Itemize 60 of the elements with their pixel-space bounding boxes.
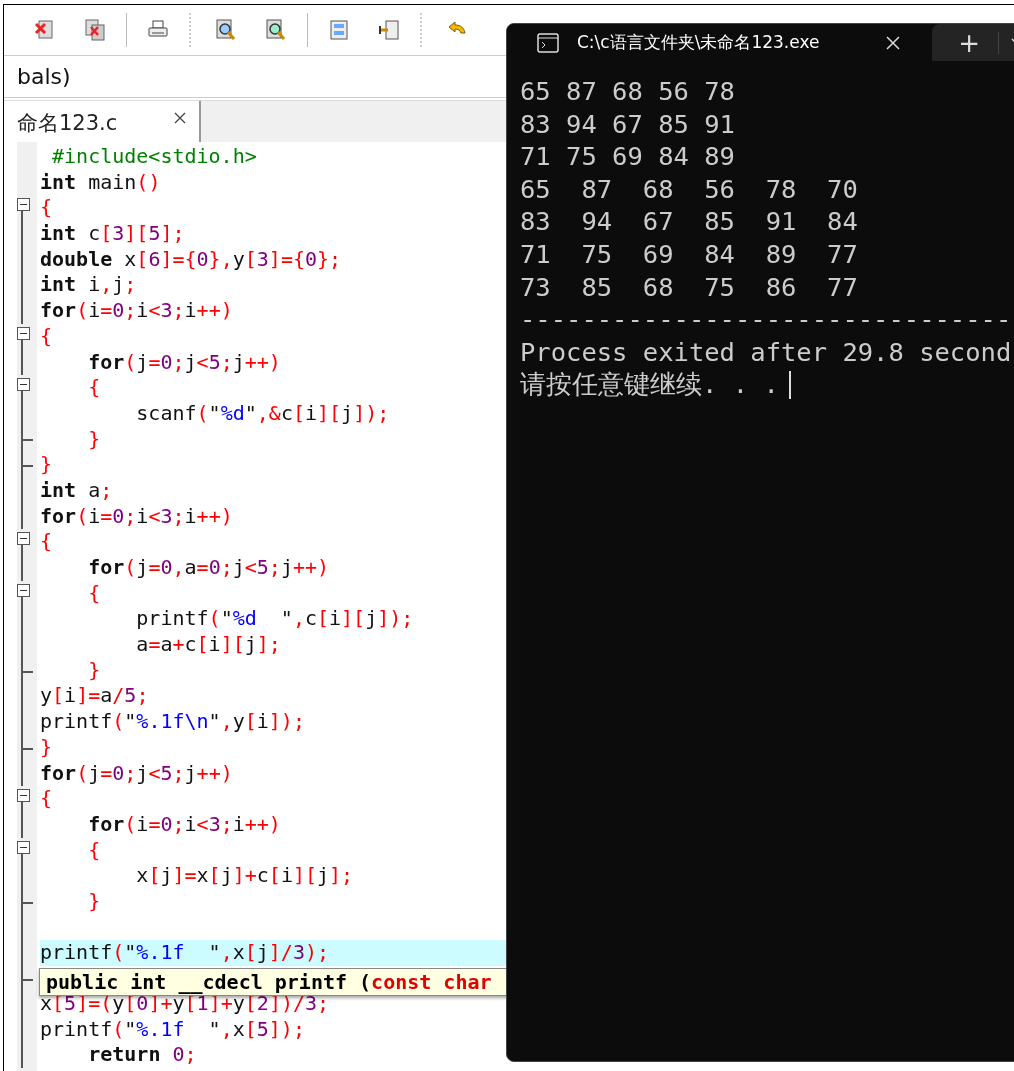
code-line: } xyxy=(87,888,101,915)
code-line: y[i]=a/5; xyxy=(40,683,149,710)
code-line: for(i=0;i<3;i++) xyxy=(87,811,281,838)
code-line: printf("%.1f ",x[5]); xyxy=(40,1016,305,1043)
code-line: } xyxy=(87,426,101,453)
code-line: { xyxy=(87,837,101,864)
code-line: { xyxy=(40,195,53,222)
code-line: return 0; xyxy=(87,1042,197,1069)
search-icon[interactable] xyxy=(264,18,288,42)
collapse-icon[interactable] xyxy=(17,326,30,340)
code-line: int a; xyxy=(40,477,113,504)
collapse-icon[interactable] xyxy=(17,198,30,212)
console-line: 71 75 69 84 89 xyxy=(520,140,736,173)
collapse-icon[interactable] xyxy=(17,378,30,392)
code-line: } xyxy=(40,452,53,478)
code-line: int main() xyxy=(40,169,161,196)
console-line: 71 75 69 84 89 77 xyxy=(520,237,859,271)
collapse-icon[interactable] xyxy=(17,789,30,803)
console-line: 请按任意键继续. . . xyxy=(520,368,779,401)
code-line: { xyxy=(87,580,101,607)
console-line: 65 87 68 56 78 70 xyxy=(520,172,859,206)
collapse-icon[interactable] xyxy=(17,532,30,546)
code-line: for(i=0;i<3;i++) xyxy=(40,298,233,324)
console-line: -------------------------------- xyxy=(520,303,1013,336)
code-line: for(j=0;j<5;j++) xyxy=(87,349,281,376)
collapse-icon[interactable] xyxy=(17,583,30,597)
close-all-icon[interactable] xyxy=(83,18,107,42)
code-line: x[j]=x[j]+c[i][j]; xyxy=(135,863,354,889)
console-line: 65 87 68 56 78 xyxy=(520,75,736,108)
code-line: for(j=0,a=0;j<5;j++) xyxy=(87,555,330,581)
code-line: printf("%.1f\n",y[i]); xyxy=(40,709,305,735)
console-line: 83 94 67 85 91 84 xyxy=(520,205,859,238)
tab-label: 命名123.c xyxy=(17,110,119,137)
code-line: #include<stdio.h> xyxy=(51,144,257,170)
collapse-icon[interactable] xyxy=(17,840,30,854)
code-line: { xyxy=(40,529,53,555)
text-cursor xyxy=(788,370,791,399)
search-icon[interactable] xyxy=(214,18,238,42)
window-title: C:\c语言文件夹\未命名123.exe xyxy=(577,31,821,54)
file-tab[interactable]: 命名123.c xyxy=(4,101,201,142)
console-line: 83 94 67 85 91 xyxy=(520,107,736,141)
code-line: printf("%d ",c[i][j]); xyxy=(135,606,414,633)
code-line: for(j=0;j<5;j++) xyxy=(40,760,233,787)
code-line: } xyxy=(87,657,101,684)
code-line: { xyxy=(40,323,53,350)
console-line: Process exited after 29.8 second xyxy=(520,335,1013,369)
close-icon[interactable] xyxy=(173,111,187,125)
terminal-icon xyxy=(537,32,559,53)
split-panel-icon[interactable] xyxy=(327,18,351,42)
indent-icon[interactable] xyxy=(377,18,401,42)
code-line: double x[6]={0},y[3]={0}; xyxy=(40,246,342,273)
code-line: { xyxy=(87,375,101,401)
code-line: int c[3][5]; xyxy=(40,221,185,247)
console-line: 73 85 68 75 86 77 xyxy=(520,270,859,304)
code-line: a=a+c[i][j]; xyxy=(135,632,281,658)
code-line: } xyxy=(40,734,53,761)
code-line: for(i=0;i<3;i++) xyxy=(40,503,233,530)
code-line: { xyxy=(40,786,53,812)
code-line: int i,j; xyxy=(40,272,137,299)
code-line: scanf("%d",&c[i][j]); xyxy=(135,400,390,427)
